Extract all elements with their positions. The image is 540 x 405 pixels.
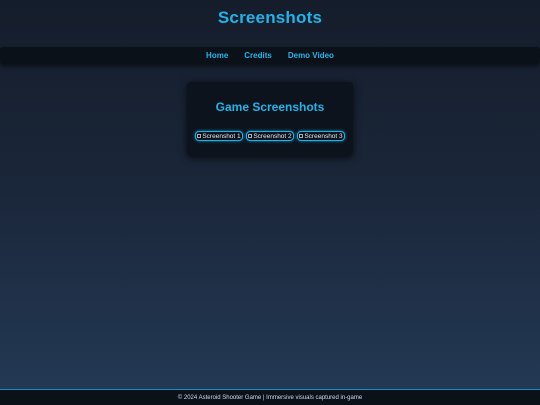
thumbnail-alt-text: Screenshot 2 [253,132,292,140]
broken-image-icon [299,134,304,138]
page-title: Screenshots [217,8,323,27]
thumbnail-alt-text: Screenshot 3 [304,132,343,140]
screenshot-thumbnail-2[interactable]: Screenshot 2 [246,131,294,141]
thumbnail-alt-text: Screenshot 1 [202,132,241,140]
footer-text: © 2024 Asteroid Shooter Game | Immersive… [177,394,363,401]
nav-bar: Home Credits Demo Video [0,47,540,64]
broken-image-icon [248,134,253,138]
broken-image-icon [197,134,202,138]
nav-link-demo-video[interactable]: Demo Video [288,51,334,60]
nav-link-credits[interactable]: Credits [244,51,272,60]
nav-link-home[interactable]: Home [206,51,228,60]
gallery-heading: Game Screenshots [215,100,325,114]
thumbnail-row: Screenshot 1 Screenshot 2 Screenshot 3 [187,131,353,141]
footer: © 2024 Asteroid Shooter Game | Immersive… [0,389,540,405]
screenshot-thumbnail-1[interactable]: Screenshot 1 [195,131,243,141]
screenshot-gallery-card: Game Screenshots Screenshot 1 Screenshot… [187,82,353,156]
screenshot-thumbnail-3[interactable]: Screenshot 3 [297,131,345,141]
